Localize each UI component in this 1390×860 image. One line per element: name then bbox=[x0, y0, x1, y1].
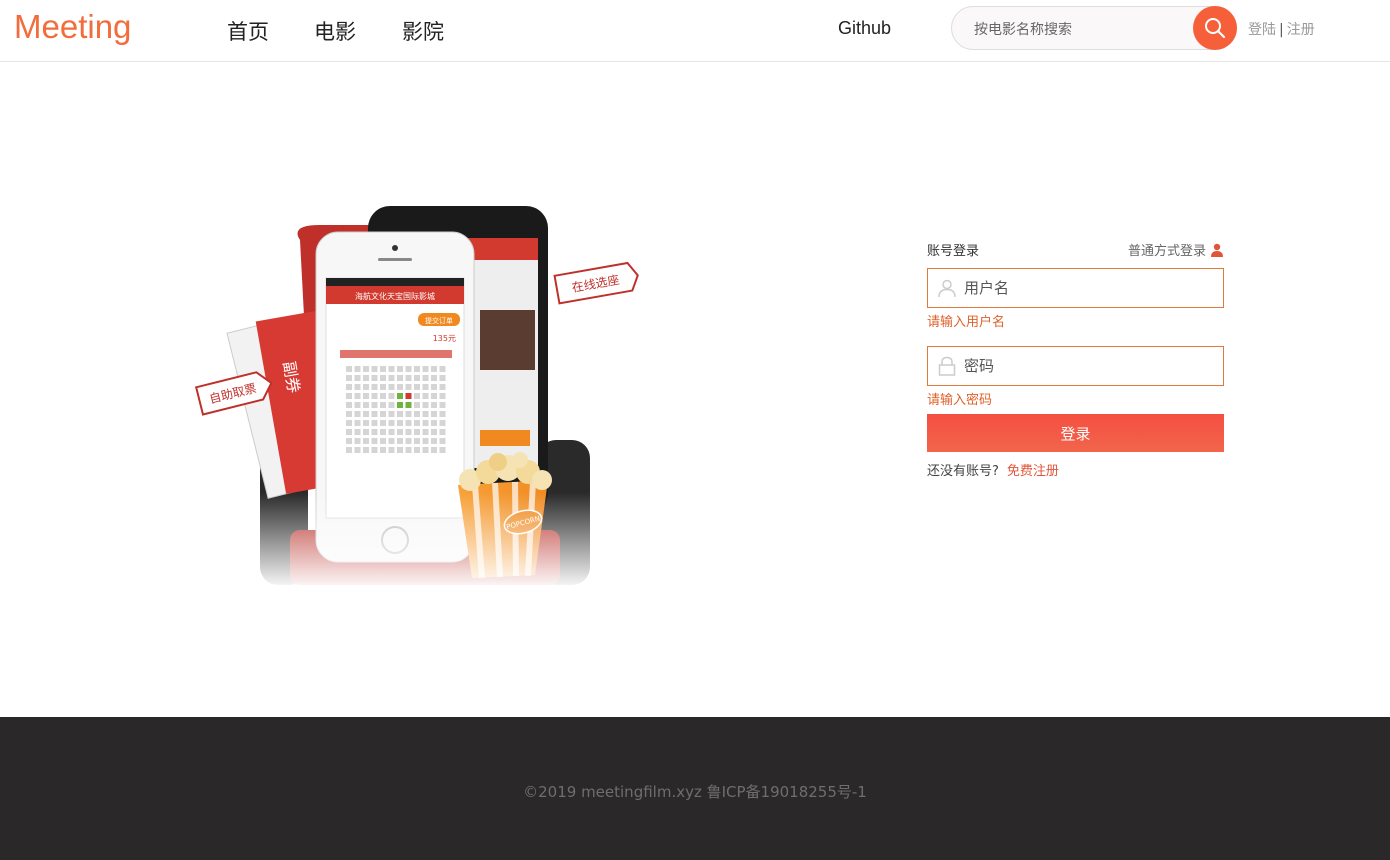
login-submit-button[interactable]: 登录 bbox=[927, 414, 1224, 452]
nav-cinemas[interactable]: 影院 bbox=[402, 16, 444, 46]
site-footer: ©2019 meetingfilm.xyz 鲁ICP备19018255号-1 bbox=[0, 717, 1390, 860]
free-register-link[interactable]: 免费注册 bbox=[1007, 464, 1059, 479]
person-icon bbox=[1211, 243, 1223, 257]
register-prompt: 还没有账号? 免费注册 bbox=[927, 460, 1224, 479]
auth-separator: | bbox=[1279, 22, 1284, 38]
username-input[interactable] bbox=[964, 278, 1214, 298]
user-icon bbox=[938, 279, 956, 298]
login-form: 账号登录 普通方式登录 请输入用户名 请输入密码 登录 还没有账号? 免费注册 bbox=[927, 238, 1224, 479]
login-mode-switch[interactable]: 普通方式登录 bbox=[1128, 240, 1224, 259]
login-switch-label: 普通方式登录 bbox=[1127, 244, 1206, 259]
username-field bbox=[927, 268, 1224, 308]
nav-home[interactable]: 首页 bbox=[227, 16, 269, 46]
username-error: 请输入用户名 bbox=[927, 315, 1006, 330]
hero-illustration: 副券 海航文化天宝国际影城 提交订单 135元 bbox=[190, 200, 650, 590]
password-error: 请输入密码 bbox=[927, 393, 993, 408]
top-header: Meeting 首页 电影 影院 Github 登陆|注册 bbox=[0, 0, 1390, 62]
phones-popcorn-illustration: 副券 海航文化天宝国际影城 提交订单 135元 bbox=[190, 200, 650, 590]
auth-links: 登陆 | 注册 bbox=[1248, 19, 1315, 39]
site-logo[interactable]: Meeting bbox=[14, 8, 131, 46]
no-account-text: 还没有账号? bbox=[927, 464, 999, 479]
search-input[interactable] bbox=[974, 18, 1184, 40]
search-button[interactable] bbox=[1193, 6, 1237, 50]
password-field bbox=[927, 346, 1224, 386]
login-title: 账号登录 bbox=[927, 244, 980, 259]
github-link[interactable]: Github bbox=[838, 18, 891, 39]
login-link[interactable]: 登陆 bbox=[1248, 22, 1276, 38]
lock-icon bbox=[938, 356, 956, 376]
search-icon bbox=[1205, 18, 1226, 39]
nav-movies[interactable]: 电影 bbox=[314, 16, 356, 46]
register-link[interactable]: 注册 bbox=[1287, 22, 1315, 38]
password-input[interactable] bbox=[964, 356, 1214, 376]
copyright-text: ©2019 meetingfilm.xyz 鲁ICP备19018255号-1 bbox=[523, 783, 867, 801]
login-header: 账号登录 普通方式登录 bbox=[927, 238, 1224, 260]
